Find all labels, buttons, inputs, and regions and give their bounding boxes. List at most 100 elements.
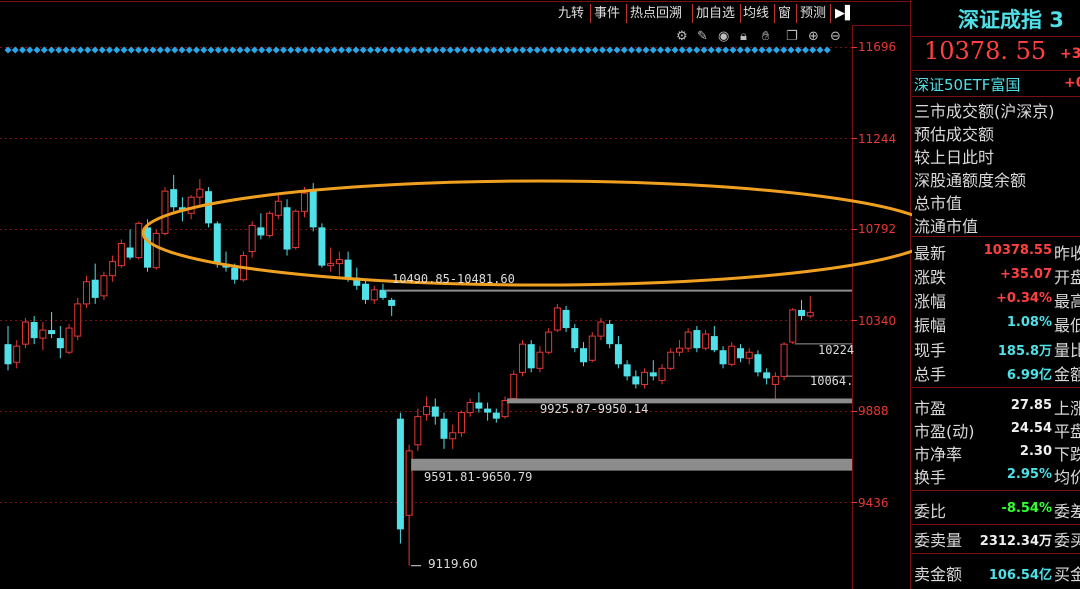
candle-body: [30, 322, 38, 339]
signal-marker: [207, 46, 215, 54]
hand-icon[interactable]: ✋︎: [762, 29, 769, 44]
signal-marker: [26, 46, 34, 54]
signal-marker: [461, 46, 469, 54]
signal-marker: [98, 46, 106, 54]
price-label: 10064.: [810, 374, 854, 388]
signal-marker: [816, 46, 824, 54]
tab-nine-turn[interactable]: 九转: [558, 4, 584, 24]
signal-marker: [512, 46, 519, 54]
signal-marker: [707, 46, 715, 54]
quote-value: 6.99亿: [1006, 368, 1052, 383]
signal-marker: [91, 46, 99, 54]
signal-marker: [193, 46, 200, 54]
candle-body: [466, 402, 474, 414]
quote-value: 27.85: [1010, 398, 1052, 413]
toolbar-divider: [590, 4, 591, 23]
candle-body: [396, 418, 404, 530]
quote-label-secondary: 买金: [1054, 565, 1080, 584]
zoom-in-icon[interactable]: ⊕: [808, 29, 819, 44]
candlestick-chart[interactable]: [0, 0, 912, 589]
pen-icon[interactable]: ✎: [697, 29, 708, 44]
candle-body: [449, 432, 457, 440]
quote-label-secondary: 最高: [1054, 292, 1080, 311]
signal-marker: [243, 46, 251, 54]
signal-marker: [127, 46, 135, 54]
collapse-right-icon[interactable]: ▶▌: [835, 4, 855, 24]
copy-icon[interactable]: ❐: [786, 29, 798, 44]
quote-value: -8.54%: [1001, 501, 1053, 516]
info-label: 较上日此时: [914, 148, 995, 167]
add-watchlist-button[interactable]: 加自选: [696, 4, 735, 24]
signal-marker: [236, 46, 244, 54]
panel-title: 深证成指 3: [958, 8, 1064, 32]
quote-value: 106.54亿: [988, 568, 1052, 583]
candle-body: [475, 402, 483, 409]
signal-marker: [613, 46, 621, 54]
signal-marker: [693, 46, 701, 54]
signal-marker: [526, 46, 534, 54]
quote-label-secondary: 委差: [1054, 502, 1080, 521]
signal-marker: [287, 46, 295, 54]
signal-marker: [773, 46, 780, 54]
signal-marker: [142, 46, 150, 54]
candle-body: [580, 348, 588, 363]
quote-panel: 深证成指 3 10378. 55 +3 深证50ETF富国 +0 三市成交额(沪…: [912, 0, 1080, 589]
quote-label: 委卖量: [914, 531, 963, 550]
toolbar-divider: [692, 4, 693, 23]
moving-average-button[interactable]: 均线: [743, 4, 769, 24]
candle-body: [763, 372, 771, 379]
signal-marker: [562, 46, 570, 54]
y-tick-label: 10792: [858, 222, 897, 236]
candle-body: [257, 227, 265, 236]
gap-band: [384, 289, 852, 292]
candle-body: [667, 351, 675, 369]
signal-marker: [483, 46, 490, 54]
signal-marker: [533, 46, 541, 54]
zoom-out-icon[interactable]: ⊖: [830, 29, 841, 44]
candle-body: [771, 375, 779, 385]
lock-icon[interactable]: 🔒︎: [740, 29, 747, 44]
candle-body: [423, 406, 431, 416]
candle-body: [335, 259, 343, 265]
candle-body: [649, 372, 657, 377]
signal-marker: [468, 46, 476, 54]
signal-marker: [258, 46, 266, 54]
quote-label-secondary: 开盘: [1054, 268, 1080, 287]
tab-events[interactable]: 事件: [594, 4, 620, 24]
eye-icon[interactable]: ◉: [718, 29, 729, 44]
candle-body: [327, 263, 335, 267]
quote-value: +0.34%: [996, 291, 1052, 306]
candle-body: [152, 232, 160, 269]
candle-body: [571, 328, 579, 349]
window-button[interactable]: 窗: [778, 4, 791, 24]
forecast-button[interactable]: 预测: [800, 4, 826, 24]
candle-body: [370, 289, 378, 301]
signal-marker: [591, 46, 599, 54]
tab-hotspot-review[interactable]: 热点回溯: [630, 4, 682, 24]
candle-body: [274, 200, 282, 216]
etf-link[interactable]: 深证50ETF富国: [914, 74, 1020, 95]
quote-label: 卖金额: [914, 565, 963, 584]
signal-marker: [48, 46, 55, 54]
candle-body: [21, 321, 29, 345]
candle-body: [248, 224, 256, 253]
y-tick-label: 11696: [858, 40, 897, 54]
quote-value: 24.54: [1010, 421, 1052, 436]
quote-label-secondary: 金额: [1054, 365, 1080, 384]
toolbar-divider: [796, 4, 797, 23]
candle-body: [632, 376, 640, 385]
signal-marker: [222, 46, 229, 54]
settings-icon[interactable]: ⚙: [676, 29, 688, 44]
candle-body: [562, 309, 570, 329]
signal-marker: [171, 46, 179, 54]
quote-value: 1.08%: [1006, 315, 1052, 330]
signal-marker: [548, 46, 556, 54]
info-label: 预估成交额: [914, 125, 995, 144]
toolbar-divider: [774, 4, 775, 23]
price-change: +3: [1060, 46, 1080, 62]
candle-body: [100, 275, 108, 297]
y-tick-label: 10340: [858, 314, 897, 328]
current-price: 10378. 55: [924, 37, 1047, 65]
candle-body: [56, 338, 64, 349]
candle-body: [623, 364, 631, 377]
